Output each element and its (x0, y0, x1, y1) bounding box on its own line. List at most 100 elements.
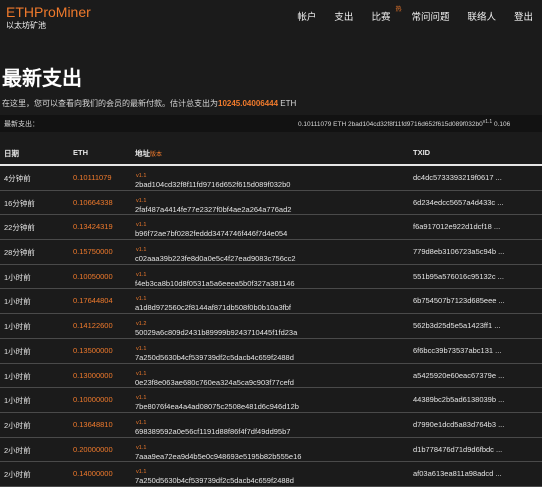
cell-txid[interactable]: 779d8eb3106723a5c94b ... (413, 247, 504, 256)
cell-eth: 0.14000000 (73, 469, 113, 479)
cell-eth: 0.14122600 (73, 321, 113, 331)
cell-date: 16分钟前 (4, 198, 35, 208)
cell-txid[interactable]: 6f6bcc39b73537abc131 ... (413, 346, 501, 355)
version-badge: v1.1 (136, 370, 147, 377)
cell-txid[interactable]: f6a917012e922d1dcf18 ... (413, 222, 500, 231)
cell-address[interactable]: 0e23f8e063ae680c760ea324a5ca9c903f77cefd… (135, 370, 294, 387)
version-badge: v1.1 (136, 444, 147, 451)
address-link[interactable]: b96f72ae7bf0282feddd3474746f446f7d4e054 (135, 229, 287, 238)
cell-date: 1小时前 (4, 396, 31, 406)
cell-address[interactable]: 2faf487a4414fe77e2327f0bf4ae2a264a776ad2… (135, 197, 291, 214)
address-link[interactable]: 7aaa9ea72ea9d4b5e0c948693e5195b82b555e16 (135, 452, 301, 461)
nav-item-account[interactable]: 帐户 (288, 0, 325, 36)
header-txid: TXID (413, 148, 431, 157)
nav-item-payouts[interactable]: 支出 (325, 0, 362, 36)
header-address: 地址版本 (135, 148, 162, 159)
cell-date: 2小时前 (4, 420, 31, 430)
table-row: 22分钟前 0.13424319 b96f72ae7bf0282feddd34747… (0, 215, 542, 241)
cell-address[interactable]: f4eb3ca8b10d8f0531a5a6eeea5b0f327a381146… (135, 272, 295, 288)
address-link[interactable]: 698389592a0e56cf1191d88f86f4f7df49dd95b7 (135, 427, 290, 436)
nav-label: 联络人 (467, 12, 496, 23)
address-link[interactable]: 7be8076f4ea4a4ad08075c2508e481d6c946d12b (135, 402, 299, 411)
cell-txid[interactable]: 6b754507b7123d685eee ... (413, 296, 505, 305)
cell-date: 1小时前 (4, 371, 31, 381)
table-row: 1小时前 0.13000000 0e23f8e063ae680c760ea324a5… (0, 364, 542, 389)
nav-label: 常问问题 (411, 12, 450, 23)
cell-address[interactable]: 7a250d5630b4cf539739df2c5dacb4c659f2488d… (135, 345, 294, 362)
ticker-version: v1.1 (482, 119, 493, 125)
address-link[interactable]: c02aaa39b223fe8d0a0e5c4f27ead9083c756cc2 (135, 254, 296, 263)
table-body: 4分钟前 0.10111079 2bad104cd32f8f11fd9716d652… (0, 166, 542, 487)
total-payout-unit: ETH (280, 99, 297, 108)
table-row: 28分钟前 0.15750000 c02aaa39b223fe8d0a0e5c4f2… (0, 240, 542, 265)
top-navbar: ETHProMiner 以太坊矿池 帐户 支出 比赛热 常问问题 联络人 登出 (0, 0, 542, 40)
cell-eth: 0.13000000 (73, 370, 113, 380)
address-link[interactable]: 7a250d5630b4cf539739df2c5dacb4c659f2488d (135, 476, 294, 485)
address-link[interactable]: 2bad104cd32f8f11fd9716d652f615d089f032b0 (135, 180, 290, 189)
table-row: 16分钟前 0.10664338 2faf487a4414fe77e2327f0bf… (0, 191, 542, 216)
address-link[interactable]: 7a250d5630b4cf539739df2c5dacb4c659f2488d (135, 353, 294, 362)
brand-title[interactable]: ETHProMiner (6, 5, 91, 20)
address-link[interactable]: f4eb3ca8b10d8f0531a5a6eeea5b0f327a381146 (135, 279, 295, 288)
cell-date: 1小时前 (4, 297, 31, 307)
ticker-text: 0.10111079 ETH 2bad104cd32f8f11fd9716d65… (298, 119, 510, 128)
version-badge: v1.1 (136, 197, 147, 204)
address-link[interactable]: a1d8d972560c2f8144af871db508f0b0b10a3fbf (135, 303, 291, 312)
nav-item-contest[interactable]: 比赛热 (362, 0, 402, 36)
cell-address[interactable]: 7be8076f4ea4a4ad08075c2508e481d6c946d12b… (135, 395, 299, 411)
cell-address[interactable]: 50029a6c809d2431b89999b9243710445f1fd23a… (135, 321, 297, 337)
cell-eth: 0.10000000 (73, 395, 113, 405)
cell-txid[interactable]: d1b778476d71d9d6fbdc ... (413, 445, 502, 454)
cell-address[interactable]: 7aaa9ea72ea9d4b5e0c948693e5195b82b555e16… (135, 444, 301, 461)
cell-address[interactable]: 698389592a0e56cf1191d88f86f4f7df49dd95b7… (135, 420, 290, 436)
cell-txid[interactable]: 6d234edcc5657a4d433c ... (413, 198, 504, 207)
table-row: 2小时前 0.14000000 7a250d5630b4cf539739df2c5d… (0, 462, 542, 487)
cell-txid[interactable]: 44389bc2b5ad6138039b ... (413, 395, 504, 404)
version-badge: v1.1 (136, 247, 147, 254)
table-row: 1小时前 0.13500000 7a250d5630b4cf539739df2c5d… (0, 339, 542, 364)
cell-eth: 0.13648810 (73, 419, 113, 429)
version-badge: v1.1 (136, 222, 147, 229)
table-row: 4分钟前 0.10111079 2bad104cd32f8f11fd9716d652… (0, 166, 542, 191)
hot-badge: 热 (395, 7, 402, 13)
nav-item-contact[interactable]: 联络人 (458, 0, 505, 36)
cell-eth: 0.20000000 (73, 444, 113, 454)
address-link[interactable]: 0e23f8e063ae680c760ea324a5ca9c903f77cefd (135, 378, 294, 387)
cell-address[interactable]: c02aaa39b223fe8d0a0e5c4f27ead9083c756cc2… (135, 247, 296, 263)
cell-address[interactable]: 2bad104cd32f8f11fd9716d652f615d089f032b0… (135, 173, 290, 189)
cell-txid[interactable]: 562b3d25d5e5a1423ff1 ... (413, 321, 500, 330)
cell-date: 1小时前 (4, 322, 31, 332)
nav-item-logout[interactable]: 登出 (505, 0, 542, 36)
address-link[interactable]: 50029a6c809d2431b89999b9243710445f1fd23a (135, 328, 297, 337)
cell-address[interactable]: 7a250d5630b4cf539739df2c5dacb4c659f2488d… (135, 469, 294, 485)
version-badge: v1.1 (136, 296, 147, 303)
ticker-label: 最新支出： (4, 121, 39, 128)
cell-address[interactable]: a1d8d972560c2f8144af871db508f0b0b10a3fbf… (135, 296, 291, 312)
cell-eth: 0.10050000 (73, 271, 113, 281)
cell-address[interactable]: b96f72ae7bf0282feddd3474746f446f7d4e054 v… (135, 222, 287, 238)
table-row: 1小时前 0.10000000 7be8076f4ea4a4ad08075c2508… (0, 388, 542, 413)
cell-txid[interactable]: af03a613ea811a98adcd ... (413, 469, 502, 478)
page-title: 最新支出 (2, 68, 82, 90)
cell-date: 1小时前 (4, 346, 31, 356)
header-date: 日期 (4, 149, 19, 158)
intro-text: 在这里，您可以查看向我们的会员的最新付款。估计总支出为10245.0400644… (2, 98, 296, 109)
version-badge: v1.2 (136, 321, 147, 328)
table-row: 2小时前 0.20000000 7aaa9ea72ea9d4b5e0c948693e… (0, 438, 542, 463)
version-badge: v1.1 (136, 345, 147, 352)
cell-date: 4分钟前 (4, 174, 31, 183)
cell-txid[interactable]: a5425920e60eac67379e ... (413, 371, 504, 380)
version-badge: v1.1 (136, 469, 147, 476)
table-row: 2小时前 0.13648810 698389592a0e56cf1191d88f86… (0, 413, 542, 438)
nav-label: 支出 (334, 12, 354, 23)
cell-date: 2小时前 (4, 470, 31, 480)
address-link[interactable]: 2faf487a4414fe77e2327f0bf4ae2a264a776ad2 (135, 205, 291, 214)
brand-logo[interactable]: ETHProMiner 以太坊矿池 (6, 5, 91, 31)
cell-eth: 0.10111079 (73, 173, 112, 182)
nav-item-faq[interactable]: 常问问题 (402, 0, 458, 36)
brand-subtitle: 以太坊矿池 (6, 21, 46, 30)
cell-txid[interactable]: 551b95a576016c95132c ... (413, 272, 504, 281)
cell-txid[interactable]: dc4dc5733393219f0617 ... (413, 173, 502, 182)
cell-txid[interactable]: d7990e1dcd5a83d764b3 ... (413, 420, 504, 429)
cell-eth: 0.13500000 (73, 345, 113, 355)
